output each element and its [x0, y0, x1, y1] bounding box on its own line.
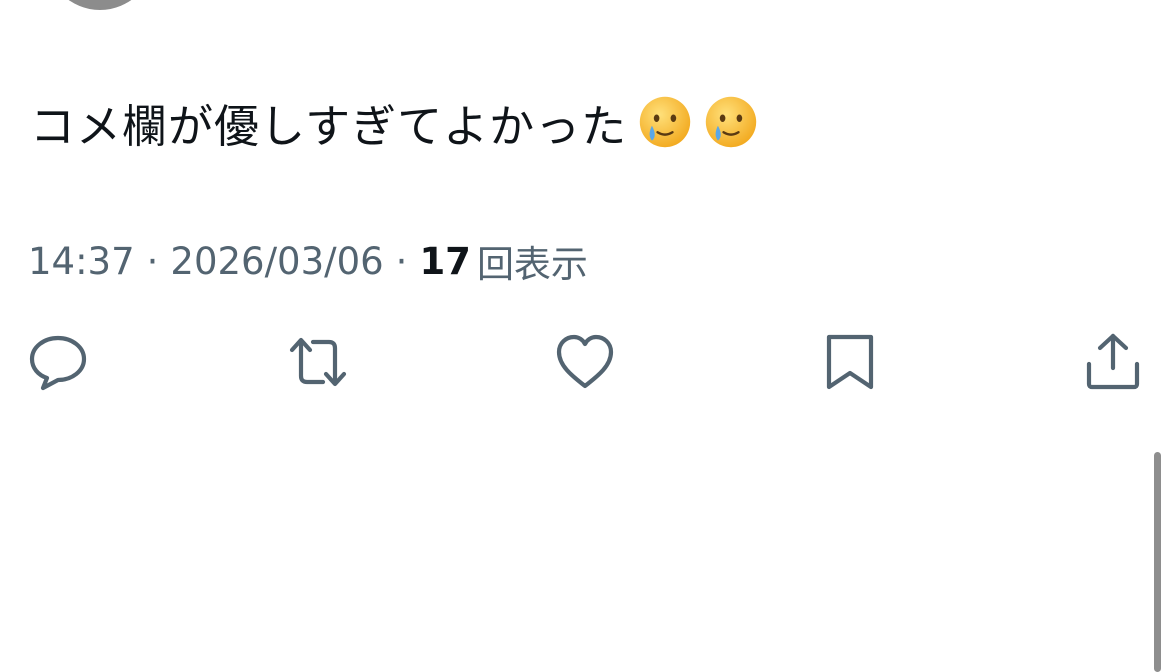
views-count[interactable]: 17	[419, 240, 471, 283]
tweet-text: コメ欄が優しすぎてよかった	[30, 92, 759, 153]
tweet-time[interactable]: 14:37	[28, 240, 135, 283]
retweet-button[interactable]	[288, 332, 348, 392]
like-button[interactable]	[555, 332, 615, 392]
bookmark-button[interactable]	[820, 332, 880, 392]
tweet-meta: 14:37 · 2026/03/06 · 17 回表示	[28, 236, 588, 287]
reply-button[interactable]	[28, 332, 88, 392]
heart-icon	[556, 334, 614, 389]
meta-separator: ·	[146, 239, 159, 283]
retweet-icon	[289, 337, 347, 387]
face-holding-back-tears-icon	[639, 96, 691, 148]
tweet-date[interactable]: 2026/03/06	[170, 240, 383, 283]
bookmark-icon	[826, 334, 874, 390]
avatar[interactable]	[46, 0, 154, 10]
face-holding-back-tears-icon	[705, 96, 757, 148]
meta-separator: ·	[395, 239, 408, 283]
share-button[interactable]	[1083, 332, 1143, 392]
share-icon	[1086, 333, 1140, 390]
reply-icon	[29, 335, 87, 391]
tweet-body: コメ欄が優しすぎてよかった	[30, 99, 628, 153]
views-label: 回表示	[476, 243, 588, 286]
scrollbar[interactable]	[1154, 452, 1161, 672]
